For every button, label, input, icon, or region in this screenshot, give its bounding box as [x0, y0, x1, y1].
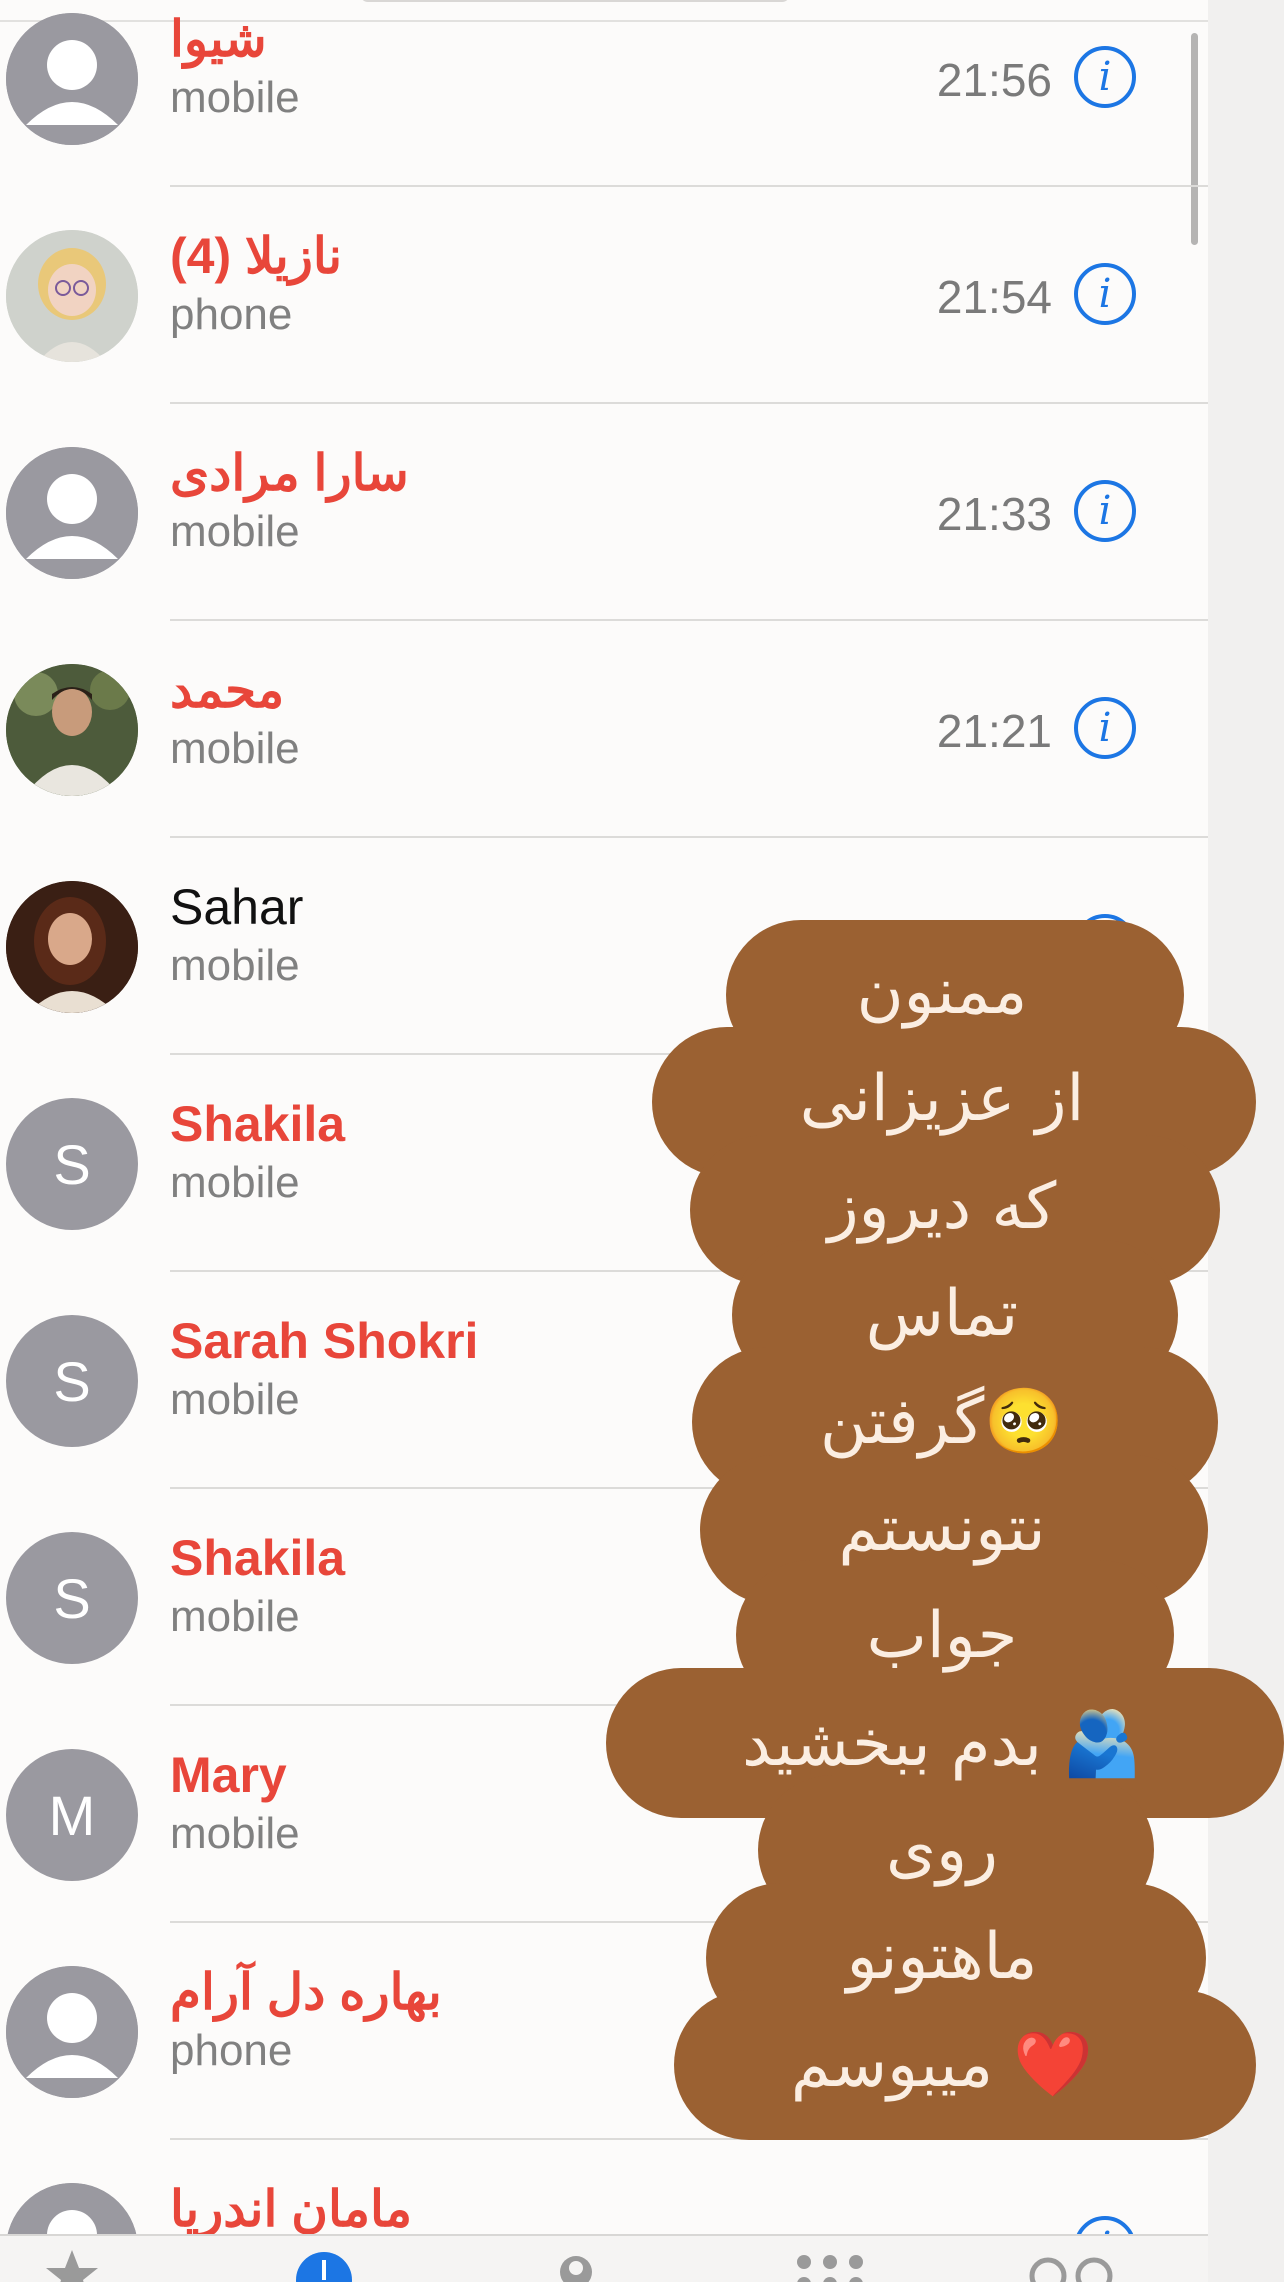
call-type: mobile — [170, 73, 300, 122]
sticker-line: که دیروز — [827, 1170, 1057, 1244]
contact-name: نازیلا (4) — [170, 228, 343, 284]
recent-call-row[interactable]: شیوا mobile 21:56 i — [0, 0, 1208, 187]
call-time: 21:56 — [936, 54, 1052, 106]
call-type: mobile — [170, 1592, 300, 1641]
info-circle-icon[interactable]: i — [1074, 46, 1136, 108]
favorites-star-icon[interactable] — [44, 2250, 100, 2282]
generic-avatar-icon — [6, 1966, 138, 2098]
avatar-initial: S — [53, 1132, 91, 1196]
avatar-initial: M — [48, 1783, 96, 1847]
generic-avatar-icon — [6, 447, 138, 579]
call-type: mobile — [170, 1809, 300, 1858]
call-type: mobile — [170, 507, 300, 556]
initial-avatar: S — [6, 1098, 138, 1230]
sticker-line: روی — [886, 1813, 998, 1887]
sticker-line: نتونستم — [838, 1492, 1046, 1566]
initial-avatar: S — [6, 1532, 138, 1664]
call-type: phone — [170, 290, 293, 339]
contact-name: Sahar — [170, 879, 304, 935]
avatar-initial: S — [53, 1566, 91, 1630]
recent-call-row[interactable]: سارا مرادی mobile 21:33 i — [0, 404, 1208, 621]
contact-name: بهاره دل آرام — [170, 1964, 442, 2020]
call-time: 21:54 — [936, 271, 1052, 323]
contact-name: Shakila — [170, 1530, 346, 1586]
sticker-line: ممنون — [856, 955, 1028, 1029]
keypad-icon[interactable] — [790, 2250, 870, 2282]
sticker-line: تماس — [865, 1277, 1019, 1351]
tab-bar — [0, 2234, 1208, 2282]
recents-clock-icon[interactable] — [296, 2250, 352, 2282]
call-type: phone — [170, 2026, 293, 2075]
sticker-line: بدم ببخشید 🫂 — [742, 1707, 1142, 1781]
contact-name: محمد — [170, 662, 285, 718]
contact-name: Shakila — [170, 1096, 346, 1152]
sticker-line: جواب — [866, 1599, 1018, 1673]
generic-avatar-icon — [6, 13, 138, 145]
sticker-line: میبوسم ❤️ — [790, 2028, 1094, 2102]
call-type: mobile — [170, 724, 300, 773]
sticker-line: گرفتن🥺 — [819, 1385, 1065, 1459]
call-type: mobile — [170, 941, 300, 990]
contact-name: شیوا — [170, 11, 267, 67]
avatar-initial: S — [53, 1349, 91, 1413]
voicemail-icon[interactable] — [1026, 2250, 1116, 2282]
contact-name: مامان اندریا — [170, 2181, 412, 2237]
sticker-line: از عزیزانی — [799, 1062, 1085, 1136]
info-circle-icon[interactable]: i — [1074, 263, 1136, 325]
photo-avatar — [6, 664, 138, 796]
sticker-line: ماهتونو — [846, 1920, 1038, 1994]
photo-avatar — [6, 881, 138, 1013]
info-circle-icon[interactable]: i — [1074, 480, 1136, 542]
recent-call-row[interactable]: نازیلا (4) phone 21:54 i — [0, 187, 1208, 404]
contact-name: Mary — [170, 1747, 287, 1803]
info-circle-icon[interactable]: i — [1074, 697, 1136, 759]
initial-avatar: M — [6, 1749, 138, 1881]
call-type: mobile — [170, 1158, 300, 1207]
memoji-avatar-icon — [6, 230, 138, 362]
contact-name: Sarah Shokri — [170, 1313, 479, 1369]
contacts-person-icon[interactable] — [548, 2250, 604, 2282]
text-sticker-overlay: ممنون از عزیزانی که دیروز تماس گرفتن🥺 نت… — [600, 915, 1284, 2155]
call-time: 21:21 — [936, 705, 1052, 757]
contact-name: سارا مرادی — [170, 445, 409, 501]
call-time: 21:33 — [936, 488, 1052, 540]
recent-call-row[interactable]: محمد mobile 21:21 i — [0, 621, 1208, 838]
initial-avatar: S — [6, 1315, 138, 1447]
call-type: mobile — [170, 1375, 300, 1424]
